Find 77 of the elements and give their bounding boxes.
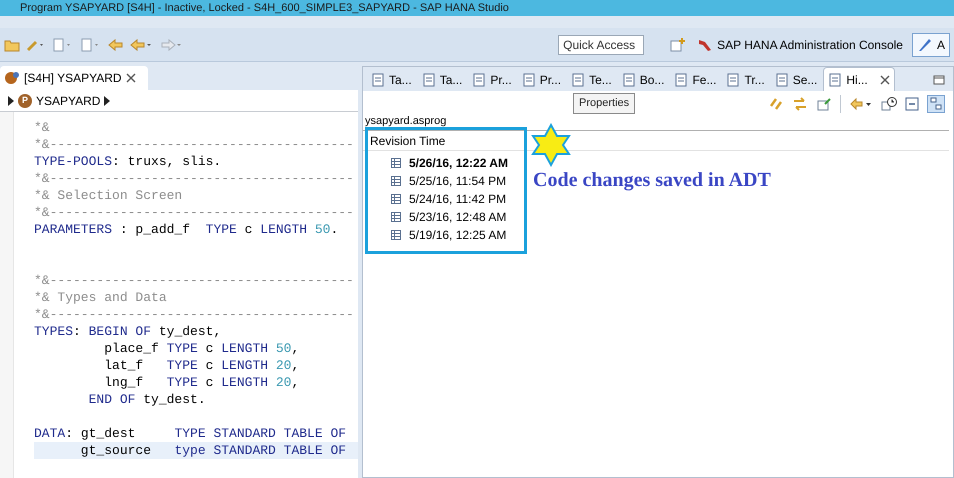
revision-time[interactable]: 5/23/16, 12:48 AM bbox=[409, 208, 506, 226]
code-line: PARAMETERS : p_add_f TYPE c LENGTH 50. bbox=[34, 221, 340, 238]
back-arrow-icon[interactable] bbox=[108, 38, 124, 52]
code-line: lng_f TYPE c LENGTH 20, bbox=[103, 374, 300, 391]
open-perspective-icon[interactable] bbox=[670, 36, 686, 52]
perspective-button[interactable]: A bbox=[912, 32, 950, 56]
tooltip: Properties bbox=[573, 93, 636, 114]
back-arrow-icon[interactable] bbox=[130, 38, 154, 52]
view-icon bbox=[674, 73, 688, 87]
editor-tab[interactable]: [S4H] YSAPYARD bbox=[0, 66, 148, 90]
program-icon bbox=[4, 70, 20, 86]
resource-name: ysapyard.asprog bbox=[364, 115, 448, 128]
right-caret-icon[interactable] bbox=[104, 96, 110, 106]
swap-arrows-icon[interactable] bbox=[792, 96, 808, 112]
code-line: *&--------------------------------------- bbox=[34, 136, 355, 153]
view-tab[interactable]: Ta... bbox=[367, 69, 416, 91]
view-icon bbox=[522, 73, 536, 87]
revision-time[interactable]: 5/25/16, 11:54 PM bbox=[409, 172, 506, 190]
close-icon[interactable] bbox=[880, 74, 890, 84]
quick-access-field[interactable]: Quick Access bbox=[558, 34, 644, 54]
view-tab[interactable]: Pr... bbox=[518, 69, 566, 91]
close-icon[interactable] bbox=[126, 73, 136, 83]
code-line: TYPES: BEGIN OF ty_dest, bbox=[34, 323, 222, 340]
revision-time[interactable]: 5/24/16, 11:42 PM bbox=[409, 190, 506, 208]
code-line: *&--------------------------------------- bbox=[34, 272, 355, 289]
star-icon bbox=[531, 123, 571, 167]
table-icon bbox=[391, 158, 401, 168]
revision-time[interactable]: 5/19/16, 12:25 AM bbox=[409, 226, 506, 244]
view-icon bbox=[774, 73, 789, 87]
view-tab[interactable]: Se... bbox=[770, 69, 822, 91]
collapse-icon[interactable] bbox=[905, 97, 919, 111]
program-badge: P bbox=[18, 94, 32, 108]
code-line: TYPE-POOLS: truxs, slis. bbox=[34, 153, 222, 170]
table-icon bbox=[391, 230, 401, 240]
column-header[interactable]: Revision Time bbox=[370, 132, 446, 150]
code-line: DATA: gt_dest TYPE STANDARD TABLE OF bbox=[34, 425, 348, 442]
view-icon bbox=[726, 73, 740, 87]
view-icon bbox=[828, 72, 842, 86]
code-line: END OF ty_dest. bbox=[88, 391, 207, 408]
view-tab[interactable]: Ta... bbox=[418, 69, 466, 91]
code-line: *& bbox=[34, 119, 51, 136]
view-tab[interactable]: Tr... bbox=[722, 69, 769, 91]
sync-arrows-icon[interactable] bbox=[768, 96, 784, 112]
code-line: *&--------------------------------------- bbox=[34, 170, 355, 187]
annotation-text: Code changes saved in ADT bbox=[533, 168, 771, 193]
view-icon bbox=[571, 73, 586, 87]
view-tab[interactable]: Pr... bbox=[468, 69, 516, 91]
view-icon bbox=[371, 73, 385, 87]
layout-icon[interactable] bbox=[927, 95, 945, 113]
window-title: Program YSAPYARD [S4H] - Inactive, Locked - S4H_600_SIMPLE3_SAPYARD - SAP HANA Studio bbox=[20, 2, 509, 14]
view-tab[interactable]: Te... bbox=[567, 69, 616, 91]
view-icon bbox=[622, 73, 636, 87]
table-icon bbox=[391, 176, 401, 186]
table-icon bbox=[391, 194, 401, 204]
folder-icon[interactable] bbox=[4, 38, 20, 52]
right-caret-icon[interactable] bbox=[8, 96, 14, 106]
minimize-icon[interactable] bbox=[933, 75, 945, 85]
code-line: lat_f TYPE c LENGTH 20, bbox=[103, 357, 300, 374]
compare-icon[interactable] bbox=[849, 96, 873, 112]
view-tab[interactable]: Bo... bbox=[618, 69, 668, 91]
code-line: place_f TYPE c LENGTH 50, bbox=[103, 340, 300, 357]
table-icon bbox=[391, 212, 401, 222]
code-line: *& Selection Screen bbox=[34, 187, 184, 204]
forward-arrow-icon[interactable] bbox=[160, 38, 184, 52]
revision-time[interactable]: 5/26/16, 12:22 AM bbox=[409, 154, 508, 172]
code-line: *&--------------------------------------- bbox=[34, 306, 355, 323]
clock-icon[interactable] bbox=[881, 96, 897, 112]
view-icon bbox=[422, 73, 436, 87]
view-tab[interactable]: Fe... bbox=[670, 69, 720, 91]
view-tab[interactable]: Hi... bbox=[823, 67, 895, 91]
breadcrumb-item[interactable]: YSAPYARD bbox=[36, 92, 100, 110]
code-line: *& Types and Data bbox=[34, 289, 168, 306]
perspective-button[interactable]: SAP HANA Administration Console bbox=[692, 32, 908, 56]
view-icon bbox=[472, 73, 486, 87]
pin-icon[interactable] bbox=[816, 96, 832, 112]
pen-icon bbox=[916, 36, 933, 52]
code-line: *&--------------------------------------- bbox=[34, 204, 355, 221]
